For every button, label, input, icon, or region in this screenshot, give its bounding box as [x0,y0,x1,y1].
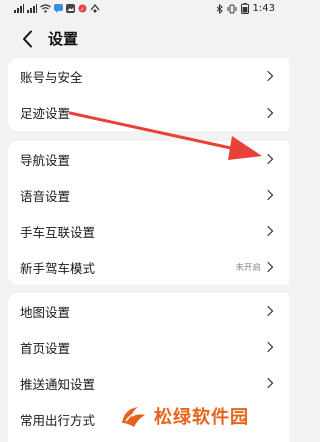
row-label: 首页设置 [20,340,71,356]
vibrate-icon [227,4,237,13]
svg-text:✓: ✓ [80,6,85,13]
signal-icon [27,4,37,13]
chevron-right-icon [267,153,274,165]
watermark-text: 松绿软件园 [154,407,249,428]
chevron-right-icon [267,305,274,317]
game-icon [90,4,100,13]
bluetooth-icon [216,3,223,14]
watermark-logo-icon [122,407,145,427]
chevron-right-icon [267,107,274,118]
gallery-icon [66,4,75,13]
game-icon: ✓ [78,4,87,13]
chevron-right-icon [267,341,274,353]
chevron-right-icon [267,189,274,201]
row-label: 常用出行方式 [20,412,96,428]
settings-screen: ✓ 1:43 设置 账号与安全 足迹设置 导航设置 语音设置 手车互联设置 新手… [0,0,289,442]
header: 设置 [0,22,289,58]
settings-row-voice[interactable]: 语音设置 [8,177,289,213]
row-label: 地图设置 [20,304,71,320]
message-icon [54,4,63,13]
wifi-icon [40,4,51,13]
row-label: 账号与安全 [20,69,83,85]
row-label: 足迹设置 [20,106,71,122]
status-time: 1:43 [252,3,275,14]
signal-icon [14,4,24,13]
settings-group-account: 账号与安全 足迹设置 [8,58,289,131]
settings-row-novice-mode[interactable]: 新手驾车模式 未开启 [8,249,289,285]
watermark: 松绿软件园 [118,396,249,436]
status-value: 未开启 [235,263,261,273]
battery-icon [240,3,249,14]
row-label: 导航设置 [20,152,71,168]
page-title: 设置 [48,30,79,48]
settings-row-navigation[interactable]: 导航设置 [8,141,289,177]
row-label: 新手驾车模式 [20,260,96,276]
settings-group-navigation: 导航设置 语音设置 手车互联设置 新手驾车模式 未开启 [8,141,289,285]
chevron-right-icon [267,225,274,237]
back-button[interactable] [14,26,40,52]
settings-row-footprint[interactable]: 足迹设置 [8,95,289,132]
settings-row-map[interactable]: 地图设置 [8,293,289,329]
row-label: 手车互联设置 [20,224,96,240]
row-label: 语音设置 [20,188,71,204]
settings-row-account-security[interactable]: 账号与安全 [8,58,289,95]
back-chevron-icon [22,30,32,48]
settings-row-phone-car[interactable]: 手车互联设置 [8,213,289,249]
chevron-right-icon [267,71,274,82]
settings-row-home[interactable]: 首页设置 [8,329,289,365]
chevron-right-icon [267,261,274,273]
chevron-right-icon [267,377,274,389]
row-label: 推送通知设置 [20,376,96,392]
status-bar: ✓ 1:43 [0,0,289,22]
